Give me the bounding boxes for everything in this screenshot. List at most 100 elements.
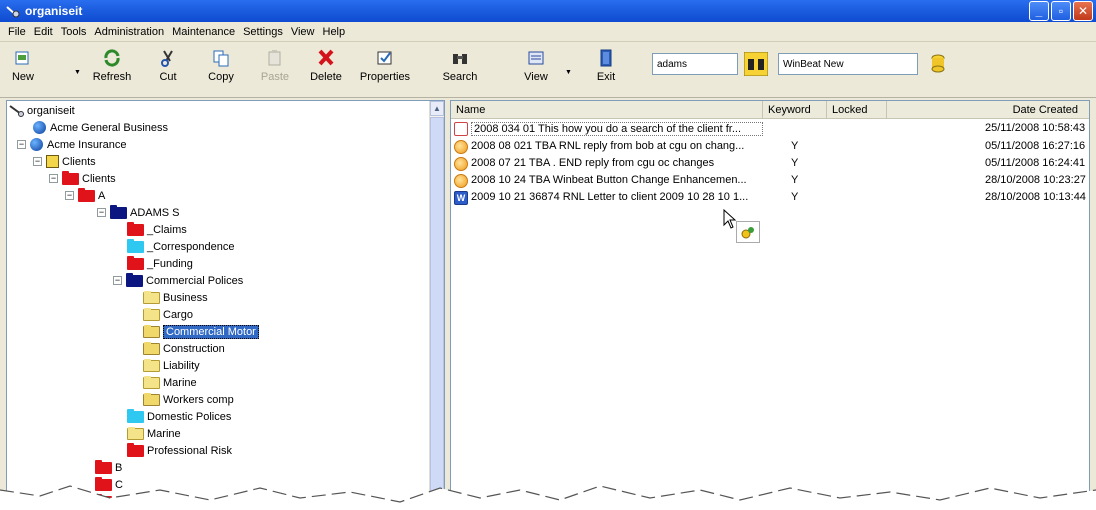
delete-button[interactable]: Delete [306,48,346,90]
delete-icon [316,48,336,68]
column-name[interactable]: Name [451,101,763,119]
menu-settings[interactable]: Settings [239,26,287,38]
tree-node-correspondence[interactable]: _Correspondence [127,238,234,255]
tree-label: Liability [163,359,200,372]
view-button[interactable]: View [516,48,556,90]
exit-button[interactable]: Exit [591,48,621,90]
tree-node-construction[interactable]: Construction [143,340,225,357]
list-item[interactable]: 2008 10 24 TBA Winbeat Button Change Enh… [451,173,1089,190]
tree-node-marine[interactable]: Marine [127,425,181,442]
collapse-icon[interactable]: − [97,208,106,217]
tree-node-liability[interactable]: Liability [143,357,200,374]
tree-node-domestic-polices[interactable]: Domestic Polices [127,408,231,425]
torn-edge-decoration [0,485,1096,510]
tree-node-commercial-motor[interactable]: Commercial Motor [143,323,259,340]
column-keyword[interactable]: Keyword [763,101,827,119]
menu-file[interactable]: File [4,26,30,38]
list-item-keyword: Y [791,140,799,152]
list-item[interactable]: W 2009 10 21 36874 RNL Letter to client … [451,190,1089,207]
minimize-button[interactable]: _ [1029,1,1049,21]
list-item[interactable]: 2008 034 01 This how you do a search of … [451,121,1089,138]
tree-node-adams[interactable]: − ADAMS S [97,204,180,221]
list-item-name: 2008 07 21 TBA . END reply from cgu oc c… [471,157,715,169]
folder-icon [143,375,160,389]
folder-tree[interactable]: ▲ organiseit Acme General Business − Acm… [6,100,445,510]
root-icon [9,104,25,117]
tree-node-cargo[interactable]: Cargo [143,306,193,323]
tree-label: Construction [163,342,225,355]
drag-shortcut-icon [736,221,760,243]
refresh-button[interactable]: Refresh [88,48,136,90]
menu-administration[interactable]: Administration [90,26,168,38]
new-button[interactable]: New [6,48,40,90]
menu-view[interactable]: View [287,26,319,38]
tree-label: _Correspondence [147,240,235,253]
list-item-date: 05/11/2008 16:24:41 [985,157,1086,169]
view-dropdown-arrow-icon[interactable]: ▼ [565,69,572,76]
list-item-name: 2008 08 021 TBA RNL reply from bob at cg… [471,140,745,152]
exit-door-icon [596,48,616,68]
list-item-date: 25/11/2008 10:58:43 [985,122,1086,134]
menu-edit[interactable]: Edit [30,26,57,38]
copy-button[interactable]: Copy [203,48,239,90]
scroll-up-arrow-icon[interactable]: ▲ [430,101,444,116]
scroll-thumb[interactable] [430,117,444,497]
folder-icon [143,290,160,304]
column-date-created[interactable]: Date Created [887,101,1089,119]
search-go-binoculars-icon[interactable] [743,51,769,77]
new-label: New [11,71,34,83]
list-item[interactable]: 2008 08 021 TBA RNL reply from bob at cg… [451,139,1089,156]
tree-scrollbar[interactable]: ▲ [429,101,444,509]
list-item[interactable]: 2008 07 21 TBA . END reply from cgu oc c… [451,156,1089,173]
paste-button[interactable]: Paste [257,48,293,90]
open-folder-icon [143,392,160,406]
cut-button[interactable]: Cut [153,48,183,90]
folder-icon [126,272,143,287]
collapse-icon[interactable]: − [17,140,26,149]
tree-node-b[interactable]: B [95,459,122,476]
properties-button[interactable]: Properties [356,48,414,90]
new-dropdown-arrow-icon[interactable]: ▼ [74,69,81,76]
collapse-icon[interactable]: − [49,174,58,183]
tree-node-marine-sub[interactable]: Marine [143,374,197,391]
tree-node-root[interactable]: organiseit [9,102,75,119]
toolbar: New ▼ Refresh Cut Copy Paste Delete Prop… [0,42,1096,98]
tree-label: Business [163,291,208,304]
tree-node-acme-insurance[interactable]: − Acme Insurance [17,136,126,153]
message-icon [454,157,468,171]
title-bar: organiseit _ ▫ ✕ [0,0,1096,22]
folder-icon [78,187,95,202]
search-input[interactable] [652,53,738,75]
tree-node-business[interactable]: Business [143,289,208,306]
document-list[interactable]: Name Keyword Locked Date Created 2008 03… [450,100,1090,510]
maximize-button[interactable]: ▫ [1051,1,1071,21]
tree-node-claims[interactable]: _Claims [127,221,187,238]
tree-label: organiseit [27,104,75,117]
menu-help[interactable]: Help [319,26,350,38]
properties-label: Properties [359,71,411,83]
list-header: Name Keyword Locked Date Created [451,101,1089,119]
menu-tools[interactable]: Tools [57,26,91,38]
close-button[interactable]: ✕ [1073,1,1093,21]
column-locked[interactable]: Locked [827,101,887,119]
menu-maintenance[interactable]: Maintenance [168,26,239,38]
tree-label: Marine [163,376,197,389]
collapse-icon[interactable]: − [65,191,74,200]
refresh-label: Refresh [92,71,132,83]
tree-node-acme-general[interactable]: Acme General Business [33,119,168,136]
collapse-icon[interactable]: − [113,276,122,285]
folder-icon [127,221,144,236]
tree-node-funding[interactable]: _Funding [127,255,193,272]
tree-node-a[interactable]: − A [65,187,105,204]
tree-node-clients-db[interactable]: − Clients [33,153,96,170]
profile-input[interactable] [778,53,918,75]
tree-label: Clients [62,155,96,168]
search-button[interactable]: Search [440,48,480,90]
database-icon[interactable] [930,54,946,74]
tree-node-workers-comp[interactable]: Workers comp [143,391,234,408]
tree-node-professional-risk[interactable]: Professional Risk [127,442,232,459]
tree-node-commercial-polices[interactable]: − Commercial Polices [113,272,243,289]
tree-node-clients[interactable]: − Clients [49,170,116,187]
collapse-icon[interactable]: − [33,157,42,166]
folder-icon [143,358,160,372]
